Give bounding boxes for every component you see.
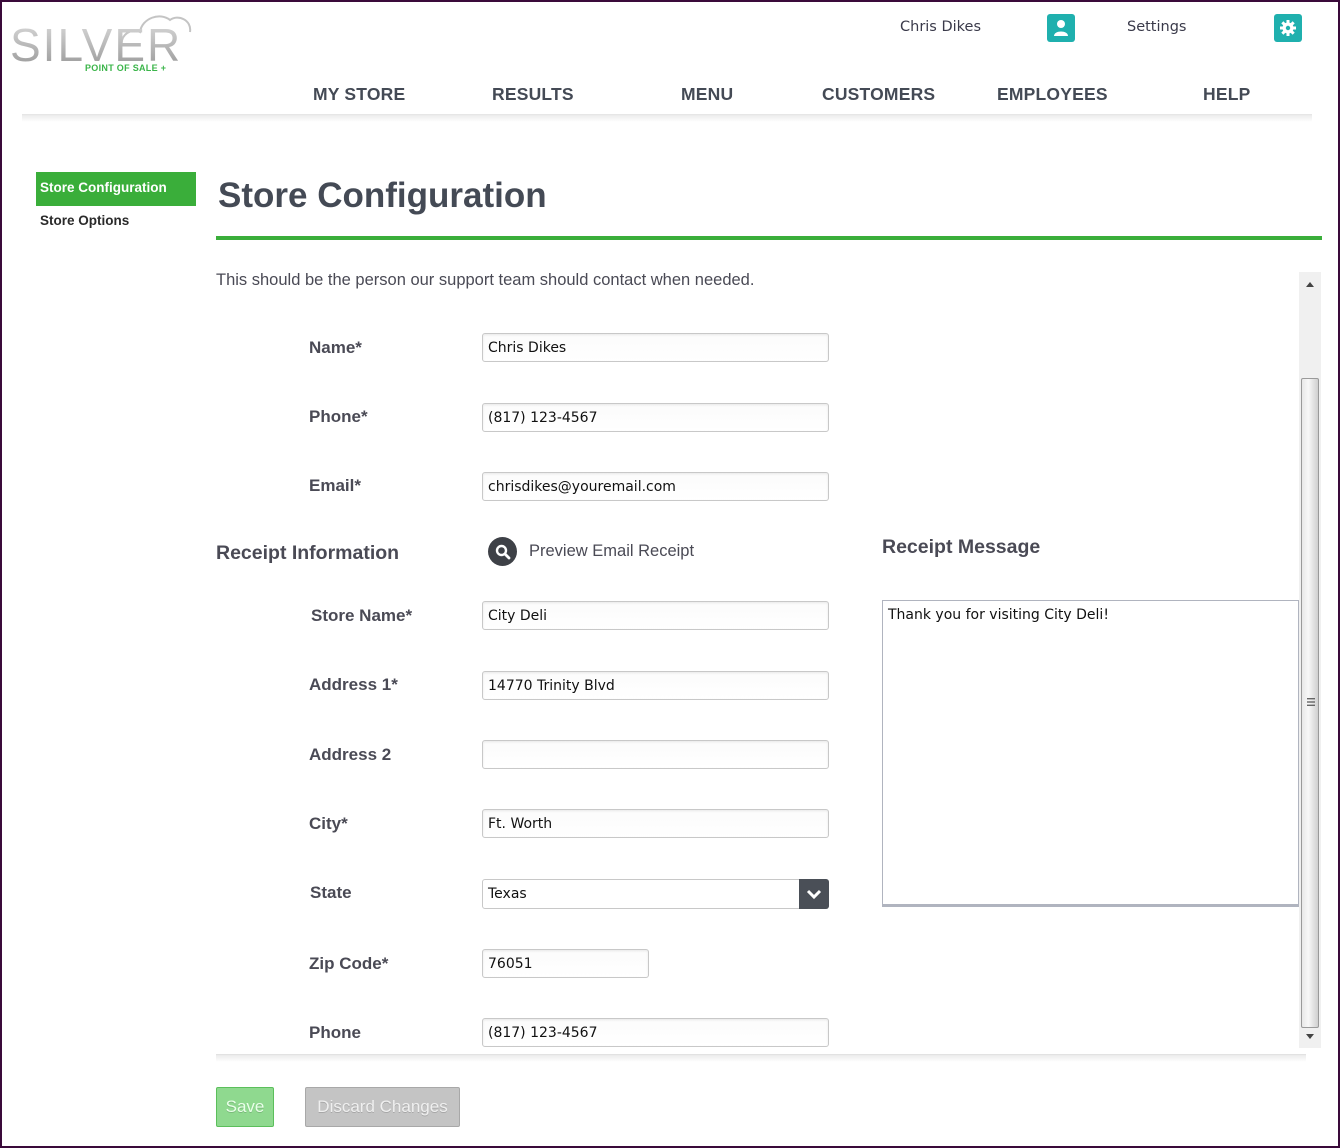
phone-label: Phone* [309, 407, 368, 426]
state-label: State [310, 883, 352, 902]
logo-wordmark: SILVER [10, 19, 183, 71]
zip-code-input[interactable] [482, 949, 649, 978]
store-name-label: Store Name* [311, 606, 413, 625]
preview-email-receipt-link[interactable]: Preview Email Receipt [488, 537, 694, 566]
name-label: Name* [309, 338, 362, 357]
search-icon [488, 537, 517, 566]
address1-input[interactable] [482, 671, 829, 700]
receipt-message-heading: Receipt Message [882, 536, 1041, 558]
settings-button[interactable] [1274, 14, 1302, 42]
contact-intro-text: This should be the person our support te… [216, 271, 755, 289]
state-dropdown-button[interactable] [799, 879, 829, 909]
city-input[interactable] [482, 809, 829, 838]
city-label: City* [309, 814, 348, 833]
receipt-phone-label: Phone [309, 1023, 361, 1042]
receipt-information-heading: Receipt Information [216, 542, 400, 564]
receipt-message-textarea[interactable]: Thank you for visiting City Deli! [882, 600, 1299, 907]
logo[interactable]: SILVER POINT OF SALE + [10, 8, 200, 78]
arrow-down-icon [1306, 1033, 1314, 1039]
sidebar-item-store-options[interactable]: Store Options [40, 213, 129, 228]
scroll-thumb[interactable] [1301, 378, 1319, 1028]
phone-input[interactable] [482, 403, 829, 432]
preview-email-receipt-label: Preview Email Receipt [529, 542, 695, 560]
page-title: Store Configuration [218, 176, 547, 215]
discard-changes-button[interactable]: Discard Changes [305, 1087, 460, 1127]
zip-code-label: Zip Code* [309, 954, 389, 973]
gear-icon [1280, 20, 1296, 36]
nav-menu[interactable]: MENU [681, 84, 733, 105]
email-input[interactable] [482, 472, 829, 501]
nav-help[interactable]: HELP [1203, 84, 1250, 105]
nav-results[interactable]: RESULTS [492, 84, 574, 105]
grip-icon [1307, 698, 1315, 706]
receipt-phone-input[interactable] [482, 1018, 829, 1047]
title-divider [216, 236, 1322, 240]
content-bottom-divider [216, 1054, 1306, 1062]
user-icon [1054, 20, 1068, 36]
nav-customers[interactable]: CUSTOMERS [822, 84, 935, 105]
name-input[interactable] [482, 333, 829, 362]
state-select-value: Texas [482, 879, 829, 909]
chevron-down-icon [806, 889, 822, 900]
address2-label: Address 2 [309, 745, 392, 764]
user-profile-button[interactable] [1047, 14, 1075, 42]
address2-input[interactable] [482, 740, 829, 769]
content-scrollbar[interactable] [1299, 272, 1321, 1048]
address1-label: Address 1* [309, 675, 398, 694]
scroll-down-button[interactable] [1299, 1024, 1321, 1048]
nav-my-store[interactable]: MY STORE [313, 84, 405, 105]
arrow-up-icon [1306, 281, 1314, 287]
nav-employees[interactable]: EMPLOYEES [997, 84, 1108, 105]
store-name-input[interactable] [482, 601, 829, 630]
user-name-link[interactable]: Chris Dikes [900, 19, 981, 35]
nav-divider [22, 114, 1312, 122]
save-button[interactable]: Save [216, 1087, 274, 1127]
email-label: Email* [309, 476, 361, 495]
sidebar-item-store-configuration[interactable]: Store Configuration [36, 172, 196, 206]
scroll-up-button[interactable] [1299, 272, 1321, 296]
logo-tagline: POINT OF SALE + [85, 63, 167, 73]
state-select[interactable]: Texas [482, 879, 829, 909]
settings-link[interactable]: Settings [1127, 19, 1186, 35]
main-nav: MY STORE RESULTS MENU CUSTOMERS EMPLOYEE… [282, 84, 1282, 108]
